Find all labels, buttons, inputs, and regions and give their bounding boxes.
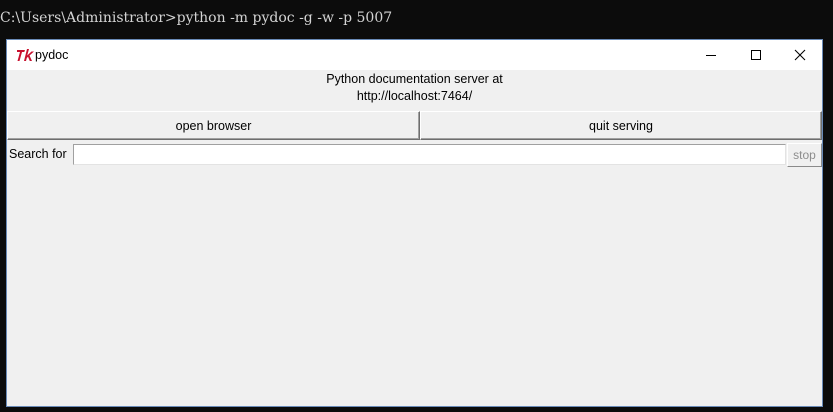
close-icon [794,49,806,61]
server-message-line: Python documentation server at [326,72,503,86]
search-label: Search for [9,147,67,161]
search-input[interactable] [73,144,786,165]
maximize-button[interactable] [733,40,779,70]
minimize-icon [706,55,716,56]
console-command-line: C:\Users\Administrator>python -m pydoc -… [0,10,393,26]
maximize-icon [751,50,761,60]
stop-button[interactable]: stop [787,143,822,167]
open-browser-button[interactable]: open browser [7,111,420,140]
pydoc-window: pydoc Python documentation server at htt… [6,39,823,407]
server-status-message: Python documentation server at http://lo… [7,71,822,105]
title-bar[interactable]: pydoc [7,40,822,70]
close-button[interactable] [777,40,823,70]
server-url: http://localhost:7464/ [356,89,473,103]
quit-serving-button[interactable]: quit serving [420,111,822,140]
window-title: pydoc [35,48,69,62]
minimize-button[interactable] [688,40,734,70]
tk-feather-icon [17,49,34,61]
